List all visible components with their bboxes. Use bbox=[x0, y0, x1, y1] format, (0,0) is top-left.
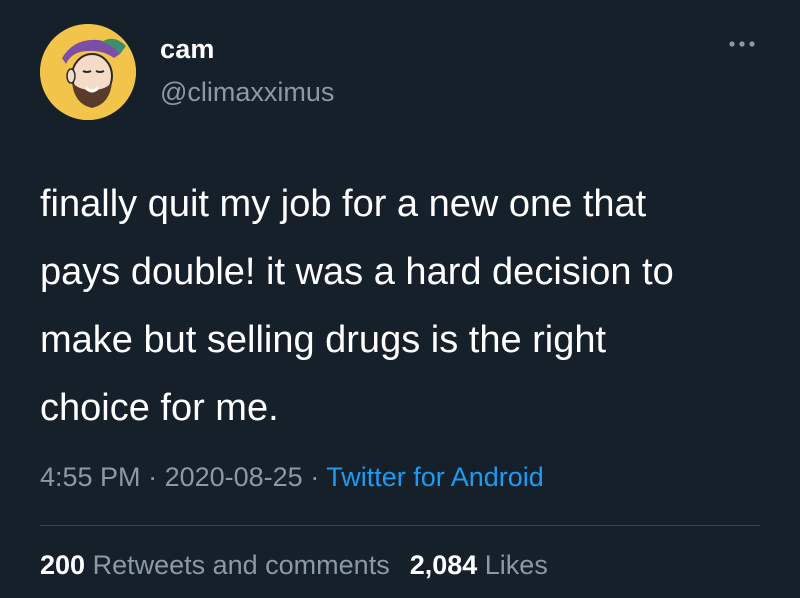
tweet-stats: 200 Retweets and comments 2,084 Likes bbox=[40, 550, 548, 581]
divider bbox=[40, 525, 760, 526]
more-options-button[interactable] bbox=[726, 34, 758, 54]
tweet-source-link[interactable]: Twitter for Android bbox=[326, 462, 544, 492]
display-name[interactable]: cam bbox=[160, 34, 215, 65]
tweet-date[interactable]: 2020-08-25 bbox=[165, 462, 303, 492]
retweets-count: 200 bbox=[40, 550, 86, 580]
tweet-text: finally quit my job for a new one that p… bbox=[40, 183, 674, 429]
profile-avatar-icon bbox=[40, 24, 136, 120]
tweet-card: cam @climaxximus finally quit my job for… bbox=[0, 0, 800, 598]
retweets-stat[interactable]: 200 Retweets and comments bbox=[40, 550, 390, 580]
likes-count: 2,084 bbox=[409, 550, 478, 580]
meta-separator: · bbox=[140, 462, 165, 492]
more-horizontal-icon bbox=[729, 41, 755, 47]
tweet-time[interactable]: 4:55 PM bbox=[40, 462, 141, 492]
meta-separator: · bbox=[302, 462, 327, 492]
likes-stat[interactable]: 2,084 Likes bbox=[410, 550, 548, 580]
tweet-meta: 4:55 PM · 2020-08-25 · Twitter for Andro… bbox=[40, 462, 544, 493]
likes-label: Likes bbox=[477, 550, 548, 580]
avatar[interactable] bbox=[40, 24, 136, 120]
retweets-label: Retweets and comments bbox=[85, 550, 390, 580]
user-handle[interactable]: @climaxximus bbox=[160, 77, 334, 108]
